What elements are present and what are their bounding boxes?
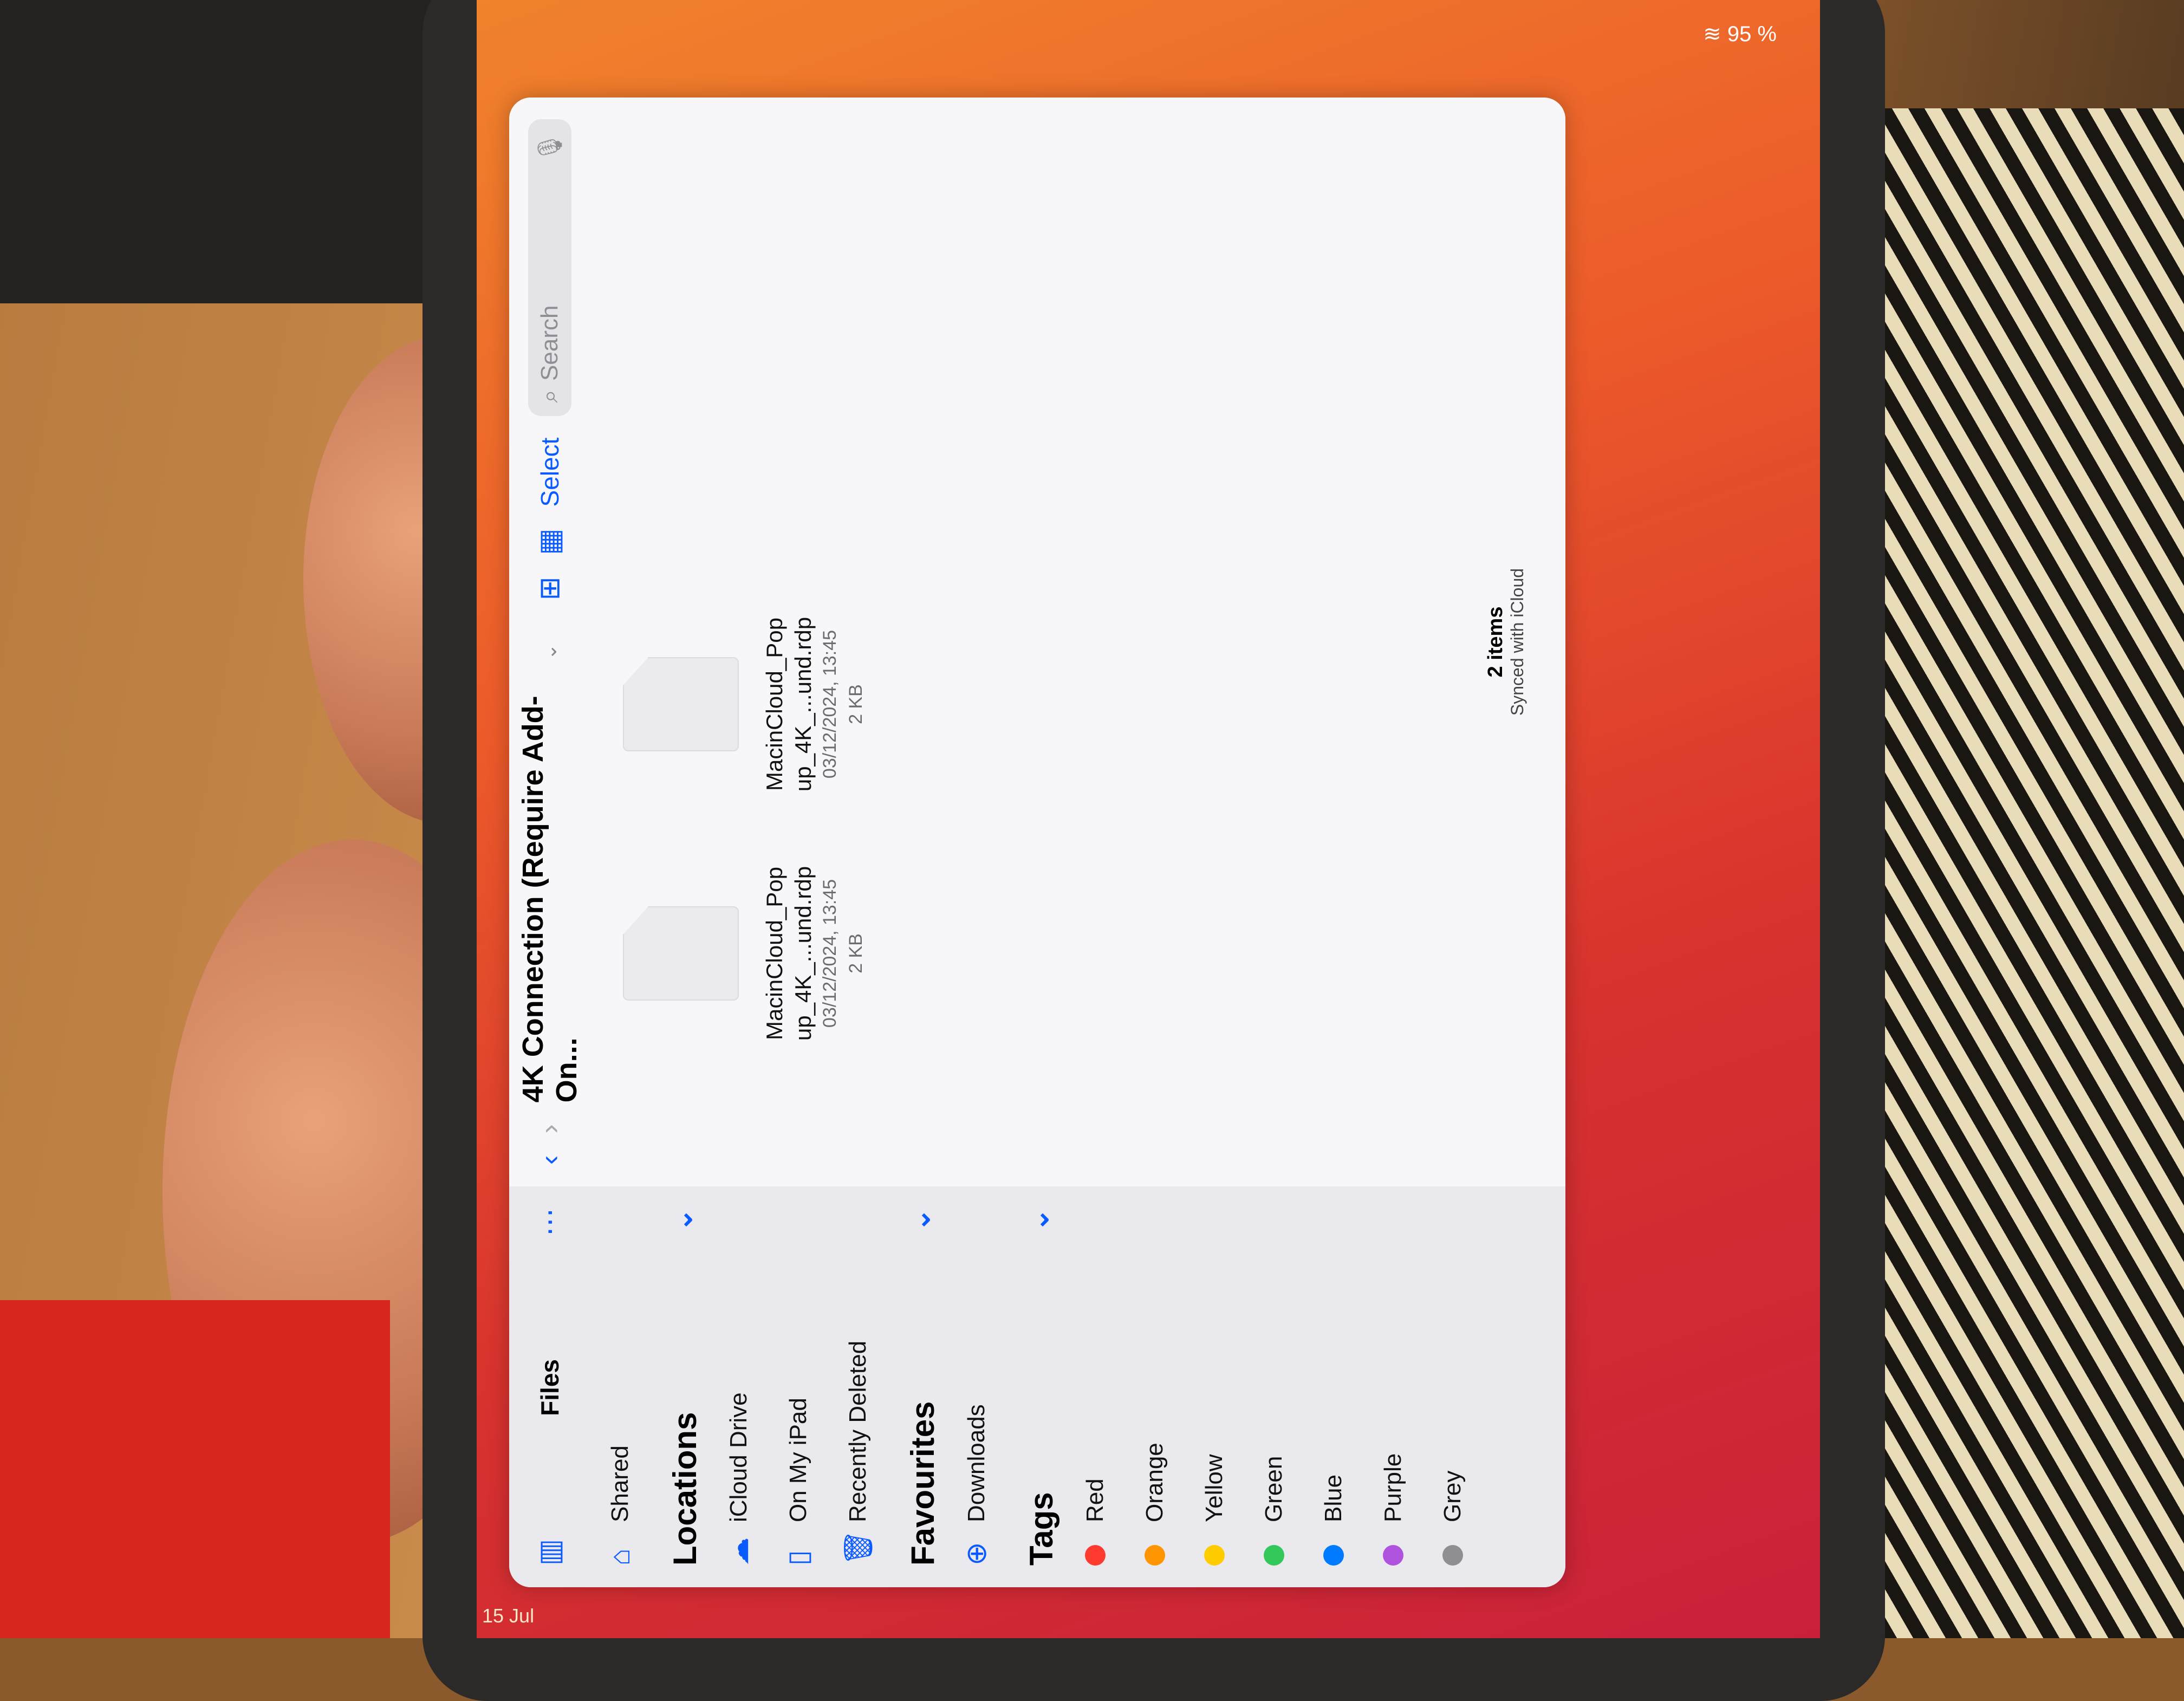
search-field[interactable]: ⌕ Search 🎙 xyxy=(528,119,571,416)
status-bar: ≋ 95 % xyxy=(1703,22,1777,47)
sidebar: ▥ Files ⋯ ⌂ Shared Locations ⌄ ☁ iCloud … xyxy=(509,1185,1565,1587)
battery-label: 95 % xyxy=(1727,22,1777,46)
wifi-icon: ≋ xyxy=(1703,22,1721,46)
tag-color-dot xyxy=(1204,1545,1225,1566)
more-options-icon[interactable]: ⋯ xyxy=(534,1208,566,1236)
sidebar-item-tag[interactable]: Purple xyxy=(1363,1186,1423,1587)
sidebar-item-icloud[interactable]: ☁ iCloud Drive xyxy=(709,1186,769,1587)
files-window: ▥ Files ⋯ ⌂ Shared Locations ⌄ ☁ iCloud … xyxy=(509,98,1565,1587)
tag-label: Yellow xyxy=(1201,1454,1227,1522)
file-item[interactable]: MacinCloud_Pop up_4K_...und.rdp 03/12/20… xyxy=(623,861,869,1046)
main-content: ‹ › 4K Connection (Require Add-On... ⌄ ⊞… xyxy=(509,98,1565,1186)
sidebar-item-tag[interactable]: Green xyxy=(1244,1186,1304,1587)
sidebar-item-tag[interactable]: Grey xyxy=(1423,1186,1483,1587)
sidebar-item-tag[interactable]: Red xyxy=(1065,1186,1125,1587)
grid-view-icon[interactable]: ▦ xyxy=(534,528,566,555)
date-label: 15 Jul xyxy=(482,1605,535,1627)
tags-header[interactable]: Tags ⌄ xyxy=(1023,1208,1060,1566)
tag-color-dot xyxy=(1085,1545,1106,1566)
new-folder-icon[interactable]: ⊞ xyxy=(534,577,566,601)
tag-label: Orange xyxy=(1141,1443,1168,1522)
chevron-down-icon[interactable]: ⌄ xyxy=(538,644,561,660)
status-footer: 2 items Synced with iCloud xyxy=(1484,98,1528,1186)
sidebar-item-downloads[interactable]: ⊕ Downloads xyxy=(947,1186,1006,1587)
trash-icon: 🗑 xyxy=(842,1529,874,1566)
sidebar-item-tag[interactable]: Orange xyxy=(1125,1186,1185,1587)
tag-color-dot xyxy=(1323,1545,1344,1566)
document-icon xyxy=(623,657,739,751)
sidebar-toggle-icon[interactable]: ▥ xyxy=(534,1539,566,1566)
sidebar-item-shared[interactable]: ⌂ Shared xyxy=(590,1186,650,1587)
sync-status: Synced with iCloud xyxy=(1507,568,1527,716)
favourites-header[interactable]: Favourites ⌄ xyxy=(904,1208,941,1566)
cloud-icon: ☁ xyxy=(723,1537,755,1566)
tag-label: Grey xyxy=(1439,1470,1466,1522)
microphone-icon[interactable]: 🎙 xyxy=(536,132,564,163)
tag-color-dot xyxy=(1383,1545,1403,1566)
sidebar-item-on-my-ipad[interactable]: ▯ On My iPad xyxy=(769,1186,828,1587)
tag-color-dot xyxy=(1442,1545,1463,1566)
tag-label: Green xyxy=(1260,1456,1287,1522)
chevron-down-icon[interactable]: ⌄ xyxy=(904,1208,941,1232)
chevron-down-icon[interactable]: ⌄ xyxy=(666,1208,704,1232)
download-icon: ⊕ xyxy=(961,1542,992,1566)
tag-color-dot xyxy=(1145,1545,1165,1566)
item-count: 2 items xyxy=(1484,606,1507,678)
sidebar-item-tag[interactable]: Yellow xyxy=(1185,1186,1244,1587)
tag-label: Blue xyxy=(1320,1474,1347,1522)
tag-label: Red xyxy=(1082,1478,1108,1522)
tag-label: Purple xyxy=(1380,1453,1406,1522)
tag-color-dot xyxy=(1264,1545,1284,1566)
ipad-icon: ▯ xyxy=(783,1550,814,1566)
document-icon xyxy=(623,906,739,1001)
striped-fabric xyxy=(1848,108,2184,1638)
select-button[interactable]: Select xyxy=(535,438,564,507)
locations-header[interactable]: Locations ⌄ xyxy=(666,1208,704,1566)
sidebar-item-recently-deleted[interactable]: 🗑 Recently Deleted xyxy=(828,1186,888,1587)
shared-folder-icon: ⌂ xyxy=(604,1548,636,1566)
sidebar-item-tag[interactable]: Blue xyxy=(1304,1186,1363,1587)
red-cloth xyxy=(0,1300,390,1638)
file-grid: MacinCloud_Pop up_4K_...und.rdp 03/12/20… xyxy=(590,98,869,1186)
folder-title[interactable]: 4K Connection (Require Add-On... xyxy=(516,681,583,1102)
sidebar-title: Files xyxy=(536,1359,564,1416)
forward-icon[interactable]: › xyxy=(534,1124,566,1133)
toolbar: ‹ › 4K Connection (Require Add-On... ⌄ ⊞… xyxy=(509,98,590,1186)
chevron-down-icon[interactable]: ⌄ xyxy=(1023,1208,1060,1232)
file-item[interactable]: MacinCloud_Pop up_4K_...und.rdp 03/12/20… xyxy=(623,612,869,796)
back-icon[interactable]: ‹ xyxy=(534,1155,566,1165)
search-icon: ⌕ xyxy=(536,389,563,403)
